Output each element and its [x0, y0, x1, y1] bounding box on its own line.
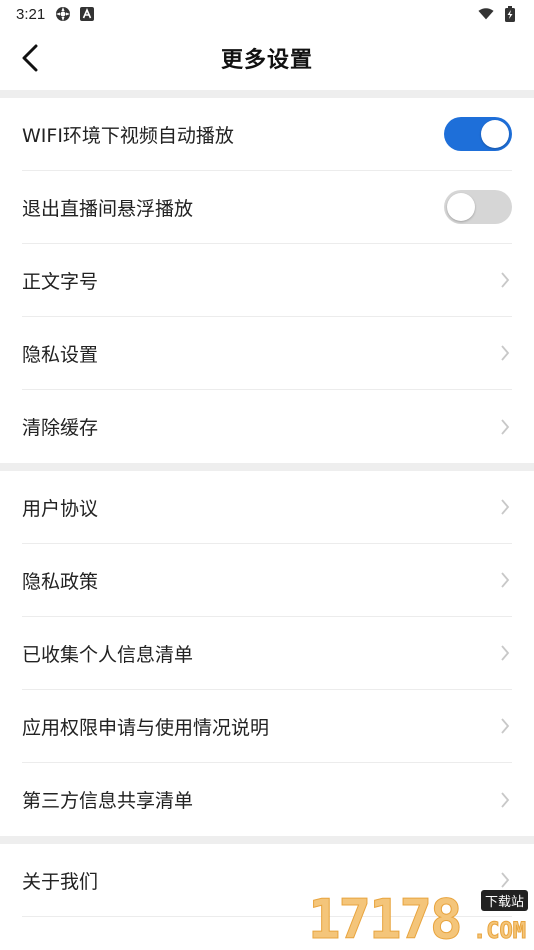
row-wifi-autoplay[interactable]: WIFI环境下视频自动播放	[22, 98, 512, 171]
back-button[interactable]	[12, 40, 48, 76]
chevron-right-icon	[498, 643, 512, 663]
page-title: 更多设置	[220, 48, 313, 73]
row-label: 正文字号	[22, 270, 99, 293]
row-third-party-sharing[interactable]: 第三方信息共享清单	[22, 763, 512, 836]
row-label: 退出直播间悬浮播放	[22, 197, 194, 220]
row-privacy-settings[interactable]: 隐私设置	[22, 317, 512, 390]
row-clear-cache[interactable]: 清除缓存	[22, 390, 512, 463]
toggle-knob	[481, 120, 509, 148]
settings-group-general: WIFI环境下视频自动播放 退出直播间悬浮播放 正文字号 隐私设置 清除缓存	[0, 98, 534, 463]
row-label: 隐私政策	[22, 570, 99, 593]
chevron-right-icon	[498, 570, 512, 590]
battery-charging-icon	[502, 6, 518, 22]
status-time: 3:21	[16, 5, 46, 23]
section-divider	[0, 836, 534, 844]
toggle-knob	[447, 193, 475, 221]
row-user-agreement[interactable]: 用户协议	[22, 471, 512, 544]
row-floating-playback[interactable]: 退出直播间悬浮播放	[22, 171, 512, 244]
row-label: 已收集个人信息清单	[22, 643, 194, 666]
row-permission-usage[interactable]: 应用权限申请与使用情况说明	[22, 690, 512, 763]
watermark-tag: 下载站	[480, 890, 528, 911]
section-divider	[0, 463, 534, 471]
row-label: 关于我们	[22, 870, 99, 893]
chevron-right-icon	[498, 790, 512, 810]
chevron-right-icon	[498, 270, 512, 290]
row-privacy-policy[interactable]: 隐私政策	[22, 544, 512, 617]
chevron-right-icon	[498, 716, 512, 736]
row-label: 应用权限申请与使用情况说明	[22, 716, 270, 739]
chevron-right-icon	[498, 343, 512, 363]
row-label: 第三方信息共享清单	[22, 790, 194, 812]
chevron-right-icon	[498, 870, 512, 890]
site-watermark: 17178 下载站 .COM	[308, 890, 530, 948]
a-badge-icon	[79, 6, 95, 22]
floating-playback-toggle[interactable]	[444, 190, 512, 224]
settings-group-legal: 用户协议 隐私政策 已收集个人信息清单 应用权限申请与使用情况说明 第三方信息共…	[0, 471, 534, 836]
chevron-left-icon	[22, 44, 38, 72]
row-label: 隐私设置	[22, 343, 99, 366]
wifi-icon	[478, 6, 494, 22]
chevron-right-icon	[498, 497, 512, 517]
row-label: 清除缓存	[22, 417, 99, 439]
watermark-digits: 17178	[308, 888, 464, 950]
row-collected-info-list[interactable]: 已收集个人信息清单	[22, 617, 512, 690]
row-font-size[interactable]: 正文字号	[22, 244, 512, 317]
status-bar: 3:21	[0, 0, 534, 28]
row-label: WIFI环境下视频自动播放	[22, 124, 234, 147]
settings-gear-icon	[55, 6, 71, 22]
section-divider	[0, 90, 534, 98]
nav-bar: 更多设置	[0, 28, 534, 88]
watermark-suffix: .COM	[473, 919, 527, 945]
chevron-right-icon	[498, 417, 512, 437]
row-label: 用户协议	[22, 497, 99, 520]
wifi-autoplay-toggle[interactable]	[444, 117, 512, 151]
